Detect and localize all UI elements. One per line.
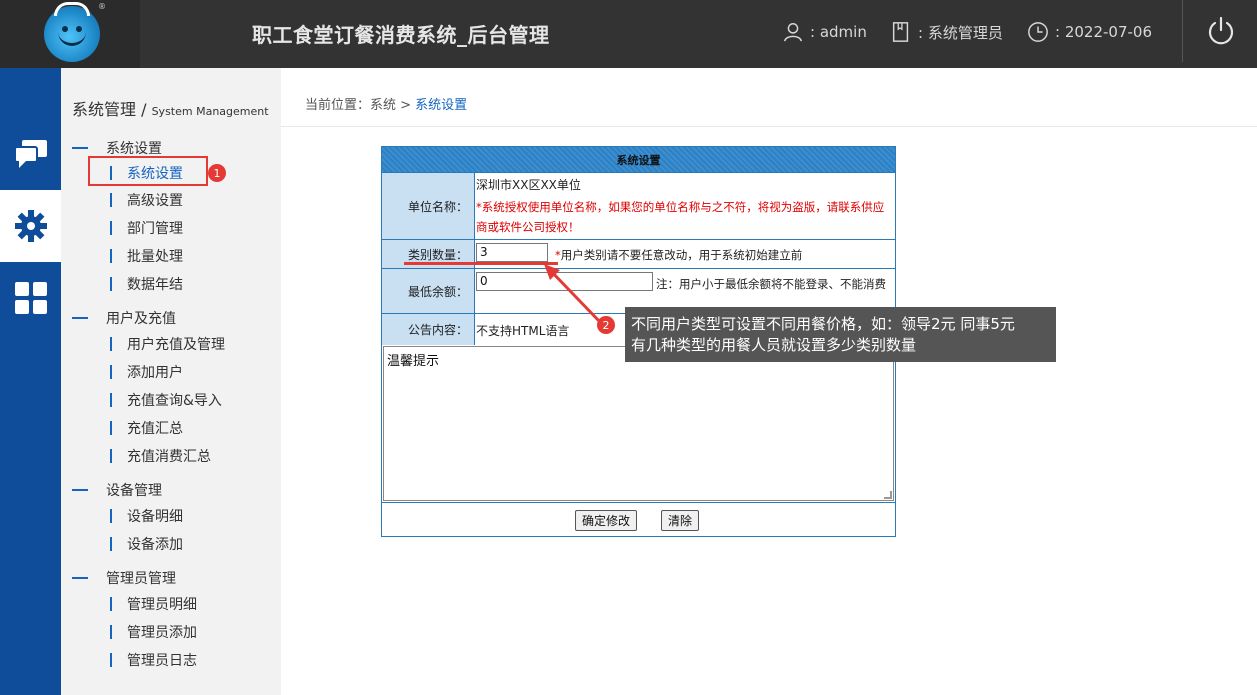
bookmark-icon <box>892 22 909 42</box>
breadcrumb-divider <box>281 126 1257 127</box>
submenu-title-cn: 系统管理 / <box>72 100 152 119</box>
rail-item-messages[interactable] <box>0 118 61 190</box>
unit-name-label: 单位名称： <box>382 173 475 239</box>
notice-label: 公告内容： <box>382 314 475 345</box>
category-count-note-text: 用户类别请不要任意改动，用于系统初始建立前 <box>560 248 803 262</box>
menu-item-label: 管理员添加 <box>127 625 197 641</box>
menu-item-label: 管理员明细 <box>127 597 197 613</box>
form-actions: 确定修改 清除 <box>382 502 895 536</box>
icon-rail <box>0 68 61 695</box>
menu-item-label: 设备添加 <box>127 537 183 553</box>
menu-group-system[interactable]: 系统设置 <box>72 138 162 158</box>
menu-item-label: 用户充值及管理 <box>127 337 225 353</box>
annotation-highlight-box <box>88 156 208 186</box>
grid-icon <box>14 282 47 314</box>
menu-item-device-list[interactable]: 设备明细 <box>110 506 183 526</box>
resize-handle[interactable] <box>884 491 892 499</box>
menu-item-admin-list[interactable]: 管理员明细 <box>110 594 197 614</box>
menu-item-consume-summary[interactable]: 充值消费汇总 <box>110 446 211 466</box>
unit-name-value: 深圳市XX区XX单位 <box>476 178 581 192</box>
registered-mark: ® <box>98 2 106 11</box>
menu-group-admins[interactable]: 管理员管理 <box>72 568 176 588</box>
chat-icon <box>13 140 47 168</box>
menu-group-label: 用户及充值 <box>106 311 176 327</box>
menu-item-label: 数据年结 <box>127 277 183 293</box>
menu-item-label: 添加用户 <box>127 365 183 381</box>
gear-icon <box>14 210 47 242</box>
menu-item-advanced-settings[interactable]: 高级设置 <box>110 190 183 210</box>
notice-textarea-content: 温馨提示 <box>387 354 440 369</box>
menu-item-device-add[interactable]: 设备添加 <box>110 534 183 554</box>
user-icon <box>784 23 802 42</box>
menu-item-recharge-query[interactable]: 充值查询&导入 <box>110 390 222 410</box>
row-unit-name: 单位名称： 深圳市XX区XX单位 *系统授权使用单位名称，如果您的单位名称与之不… <box>382 172 895 239</box>
menu-item-year-end[interactable]: 数据年结 <box>110 274 183 294</box>
header-date: : 2022-07-06 <box>1027 20 1152 44</box>
menu-item-label: 批量处理 <box>127 249 183 265</box>
menu-item-recharge-summary[interactable]: 充值汇总 <box>110 418 183 438</box>
unit-name-warning: *系统授权使用单位名称，如果您的单位名称与之不符，将视为盗版，请联系供应商或软件… <box>476 197 892 237</box>
top-header: ® 职工食堂订餐消费系统_后台管理 : admin : 系统管理员 : 2022… <box>0 0 1257 68</box>
clock-icon <box>1028 22 1048 42</box>
submenu-title: 系统管理 / System Management <box>72 96 269 120</box>
menu-group-users[interactable]: 用户及充值 <box>72 308 176 328</box>
header-user: : admin <box>782 20 867 44</box>
menu-item-add-user[interactable]: 添加用户 <box>110 362 183 382</box>
clear-button[interactable]: 清除 <box>661 510 700 531</box>
rail-item-settings[interactable] <box>0 190 61 262</box>
header-divider <box>1182 0 1183 62</box>
category-count-note: *用户类别请不要任意改动，用于系统初始建立前 <box>555 247 802 263</box>
confirm-button[interactable]: 确定修改 <box>575 510 638 531</box>
annotation-underline <box>404 262 558 265</box>
breadcrumb-prefix: 当前位置：系统 > <box>305 98 416 113</box>
tooltip-line-2: 有几种类型的用餐人员就设置多少类别数量 <box>631 336 917 354</box>
annotation-badge-1: 1 <box>208 164 226 182</box>
app-title: 职工食堂订餐消费系统_后台管理 <box>252 23 550 47</box>
annotation-tooltip: 不同用户类型可设置不同用餐价格，如：领导2元 同事5元 有几种类型的用餐人员就设… <box>625 307 1056 362</box>
menu-item-label: 充值汇总 <box>127 421 183 437</box>
menu-item-admin-log[interactable]: 管理员日志 <box>110 650 197 670</box>
menu-group-label: 管理员管理 <box>106 571 176 587</box>
menu-item-label: 充值消费汇总 <box>127 449 211 465</box>
menu-item-label: 设备明细 <box>127 509 183 525</box>
notice-textarea[interactable]: 温馨提示 <box>383 346 894 501</box>
min-balance-note: 注：用户小于最低余额将不能登录、不能消费 <box>656 277 886 291</box>
breadcrumb: 当前位置：系统 > 系统设置 <box>305 94 467 113</box>
menu-item-admin-add[interactable]: 管理员添加 <box>110 622 197 642</box>
header-date-text: : 2022-07-06 <box>1055 23 1152 41</box>
form-heading: 系统设置 <box>382 147 895 172</box>
menu-group-devices[interactable]: 设备管理 <box>72 480 162 500</box>
unit-name-warning-text: 系统授权使用单位名称，如果您的单位名称与之不符，将视为盗版，请联系供应商或软件公… <box>476 200 885 234</box>
power-icon[interactable] <box>1206 16 1236 46</box>
tooltip-line-1: 不同用户类型可设置不同用餐价格，如：领导2元 同事5元 <box>631 315 1015 333</box>
menu-item-label: 充值查询&导入 <box>127 393 222 409</box>
header-role-text: : 系统管理员 <box>918 23 1003 42</box>
category-count-input[interactable]: 3 <box>476 243 548 262</box>
menu-group-label: 系统设置 <box>106 141 162 157</box>
logo-area: ® <box>0 0 140 68</box>
submenu-title-en: System Management <box>151 105 269 118</box>
breadcrumb-current[interactable]: 系统设置 <box>415 98 467 113</box>
app-logo: ® <box>44 2 106 62</box>
menu-item-user-recharge[interactable]: 用户充值及管理 <box>110 334 225 354</box>
rail-item-apps[interactable] <box>0 262 61 334</box>
header-role: : 系统管理员 <box>890 20 1003 44</box>
min-balance-label: 最低余额： <box>382 269 475 313</box>
annotation-badge-2: 2 <box>597 316 615 334</box>
header-username: : admin <box>810 23 867 41</box>
annotation-arrow-icon <box>544 264 602 324</box>
menu-item-label: 管理员日志 <box>127 653 197 669</box>
menu-group-label: 设备管理 <box>106 483 162 499</box>
menu-item-batch[interactable]: 批量处理 <box>110 246 183 266</box>
menu-item-label: 部门管理 <box>127 221 183 237</box>
menu-item-departments[interactable]: 部门管理 <box>110 218 183 238</box>
unit-name-value-cell: 深圳市XX区XX单位 *系统授权使用单位名称，如果您的单位名称与之不符，将视为盗… <box>476 173 895 239</box>
menu-item-label: 高级设置 <box>127 193 183 209</box>
